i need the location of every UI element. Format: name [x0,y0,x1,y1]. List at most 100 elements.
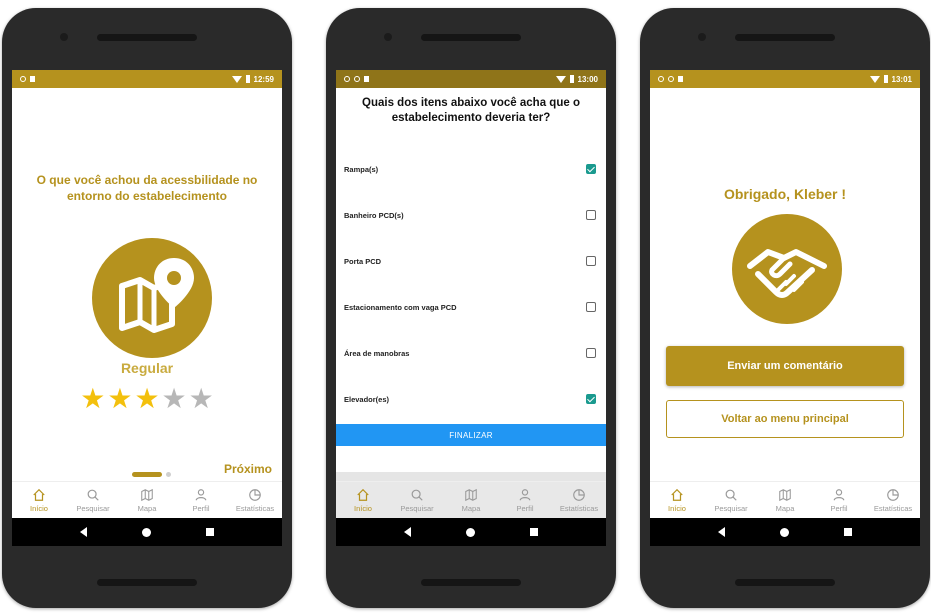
wifi-icon [869,75,880,83]
recent-apps-icon[interactable] [530,528,539,536]
tab-mapa[interactable]: Mapa [120,482,174,518]
star-icon[interactable]: ★ [134,384,159,414]
tab-pesquisar[interactable]: Pesquisar [66,482,120,518]
star-icon[interactable]: ★ [189,384,214,414]
android-nav-bar [650,518,920,546]
user-icon [195,488,207,500]
gear-icon [658,76,664,82]
home-button-icon[interactable] [465,527,475,537]
option-row[interactable]: Área de manobras [344,344,596,362]
tab-pesquisar[interactable]: Pesquisar [390,482,444,518]
tab-label: Estatísticas [873,503,913,513]
chart-icon [249,488,261,501]
option-row[interactable]: Elevador(es) [344,390,596,408]
notification-icon [30,76,35,82]
checkbox[interactable] [586,164,596,174]
star-icon[interactable]: ★ [162,384,187,414]
tab-label: Perfil [830,503,848,513]
phone-frame: 12:59 O que você achou da acessbilidade … [2,8,292,608]
map-icon [779,488,791,501]
phone-frame: 13:01 Obrigado, Kleber ! Enviar um comen… [640,8,930,608]
tab-bar: Início Pesquisar Mapa Perfil Estatística… [336,481,606,518]
tab-perfil[interactable]: Perfil [174,482,228,518]
tab-label: Perfil [516,503,534,513]
recent-apps-icon[interactable] [844,528,853,536]
tab-inicio[interactable]: Início [12,482,66,518]
user-icon [519,488,531,500]
notification-icon [364,76,369,82]
tab-estatisticas[interactable]: Estatísticas [552,482,606,518]
status-bar: 12:59 [12,70,282,88]
star-icon[interactable]: ★ [80,384,105,414]
option-row[interactable]: Banheiro PCD(s) [344,206,596,224]
thanks-title: Obrigado, Kleber ! [723,186,847,202]
battery-icon [883,75,888,83]
tab-pesquisar[interactable]: Pesquisar [704,482,758,518]
bottom-speaker [97,579,197,586]
tab-mapa[interactable]: Mapa [444,482,498,518]
tab-estatisticas[interactable]: Estatísticas [228,482,282,518]
home-button-icon[interactable] [141,527,151,537]
search-icon [87,489,99,501]
tab-label: Perfil [192,503,210,513]
home-button-icon[interactable] [779,527,789,537]
android-nav-bar [336,518,606,546]
handshake-icon [732,214,842,324]
tab-label: Pesquisar [714,503,748,513]
checkbox[interactable] [586,302,596,312]
chart-icon [573,488,585,501]
checkbox[interactable] [586,256,596,266]
camera-dot [60,33,68,41]
home-icon [357,488,369,501]
speaker-grille [735,34,835,41]
chart-icon [887,488,899,501]
star-icon[interactable]: ★ [107,384,132,414]
option-row[interactable]: Porta PCD [344,252,596,270]
option-label: Rampa(s) [344,164,379,174]
page-indicator [132,472,171,477]
home-icon [33,488,45,501]
search-icon [725,489,737,501]
tab-perfil[interactable]: Perfil [498,482,552,518]
tab-label: Estatísticas [559,503,599,513]
tab-label: Início [668,503,686,513]
status-time: 12:59 [253,74,274,84]
tab-estatisticas[interactable]: Estatísticas [866,482,920,518]
checkbox[interactable] [586,210,596,220]
wifi-icon [555,75,566,83]
camera-dot [384,33,392,41]
tab-bar: Início Pesquisar Mapa Perfil Estatística… [12,481,282,518]
battery-icon [245,75,250,83]
recent-apps-icon[interactable] [206,528,215,536]
option-label: Elevador(es) [344,394,390,404]
checkbox[interactable] [586,394,596,404]
tab-mapa[interactable]: Mapa [758,482,812,518]
question-title: O que você achou da acessbilidade no ent… [36,173,258,203]
option-row[interactable]: Rampa(s) [344,160,596,178]
star-rating[interactable]: ★ ★ ★ ★ ★ [12,384,282,414]
checkbox[interactable] [586,348,596,358]
home-icon [671,488,683,501]
back-icon[interactable] [717,527,725,537]
screen-thanks: 13:01 Obrigado, Kleber ! Enviar um comen… [650,70,920,546]
option-label: Área de manobras [344,348,410,358]
back-icon[interactable] [403,527,411,537]
send-comment-button[interactable]: Enviar um comentário [666,346,904,386]
tab-inicio[interactable]: Início [650,482,704,518]
status-time: 13:01 [891,74,912,84]
tab-label: Pesquisar [76,503,110,513]
next-button[interactable]: Próximo [224,462,272,476]
option-row[interactable]: Estacionamento com vaga PCD [344,298,596,316]
rating-label: Regular [120,360,174,376]
back-icon[interactable] [79,527,87,537]
back-to-menu-button[interactable]: Voltar ao menu principal [666,400,904,438]
option-label: Porta PCD [344,256,382,266]
finalize-button[interactable]: FINALIZAR [336,424,606,446]
status-bar: 13:01 [650,70,920,88]
tab-inicio[interactable]: Início [336,482,390,518]
tab-label: Pesquisar [400,503,434,513]
tab-perfil[interactable]: Perfil [812,482,866,518]
content: Obrigado, Kleber ! Enviar um comentário … [650,88,920,482]
page-dot [166,472,171,477]
speaker-grille [421,34,521,41]
